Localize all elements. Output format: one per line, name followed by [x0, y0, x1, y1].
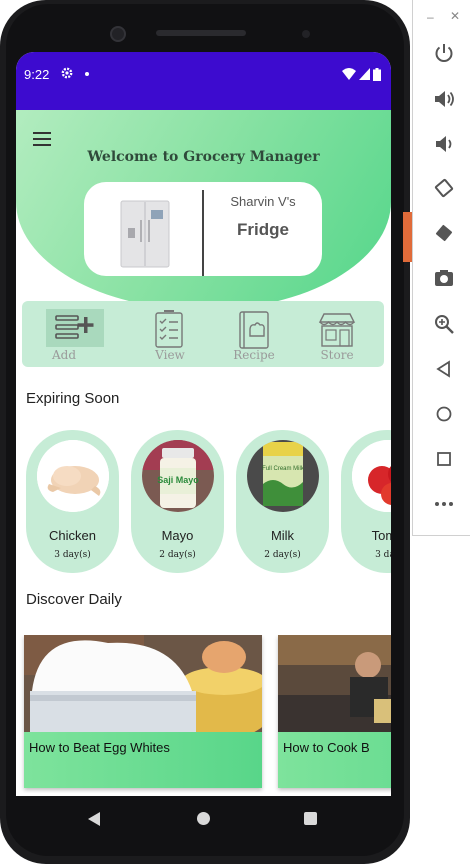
- expiring-list: Chicken 3 day(s) Saji Mayo Mayo 2 day(s): [16, 430, 391, 576]
- overview-square-icon[interactable]: [433, 448, 455, 470]
- milk-image-icon: Full Cream Milk: [247, 440, 319, 512]
- add-button[interactable]: Add: [29, 301, 104, 367]
- proximity-sensor: [302, 30, 310, 38]
- action-toolbar: Add View Recipe Store: [22, 301, 384, 367]
- expiring-item-chicken[interactable]: Chicken 3 day(s): [26, 430, 119, 573]
- view-button[interactable]: View: [135, 301, 205, 367]
- tomato-image-icon: [352, 440, 391, 512]
- rotate-left-icon[interactable]: [433, 177, 455, 199]
- discover-card-egg-whites[interactable]: How to Beat Egg Whites: [24, 635, 262, 788]
- camera-icon[interactable]: [433, 267, 455, 289]
- emulator-window: 9:22 Welcome to Grocery Manager Sharvin …: [0, 0, 470, 864]
- back-triangle-icon[interactable]: [433, 358, 455, 380]
- expiring-item-name: Milk: [270, 528, 295, 543]
- minimize-icon[interactable]: –: [427, 10, 434, 24]
- power-icon[interactable]: [433, 42, 455, 64]
- signal-icon: [359, 68, 370, 80]
- tomato-photo: [352, 440, 391, 512]
- fridge-owner: Sharvin V's: [230, 194, 296, 209]
- battery-icon: [373, 67, 381, 81]
- expiring-item-days: 3 day: [375, 550, 391, 560]
- fridge-name: Fridge: [237, 220, 289, 239]
- expiring-item-milk[interactable]: Full Cream Milk Milk 2 day(s): [236, 430, 329, 573]
- checklist-icon: [155, 310, 183, 348]
- volume-up-icon[interactable]: [433, 88, 455, 110]
- android-nav-bar: [16, 796, 391, 842]
- store-label: Store: [320, 348, 354, 362]
- close-icon[interactable]: ✕: [450, 9, 460, 23]
- status-icons: [342, 67, 381, 81]
- status-time: 9:22: [24, 67, 50, 82]
- chicken-photo: [37, 440, 109, 512]
- discover-card-cook[interactable]: How to Cook B: [278, 635, 391, 788]
- storefront-icon: [318, 313, 356, 347]
- mayo-photo: Saji Mayo: [142, 440, 214, 512]
- settings-gear-icon: [61, 67, 73, 79]
- recipe-button[interactable]: Recipe: [219, 301, 289, 367]
- discover-daily-heading: Discover Daily: [26, 591, 122, 608]
- emulator-toolbar: – ✕: [412, 0, 470, 536]
- expiring-item-days: 2 day(s): [159, 550, 196, 560]
- home-circle-icon[interactable]: [433, 403, 455, 425]
- more-options-icon[interactable]: [433, 493, 455, 515]
- discover-card-band: How to Beat Egg Whites: [24, 732, 262, 788]
- meringue-bowl-image-icon: [24, 635, 262, 732]
- recipe-label: Recipe: [233, 348, 275, 362]
- discover-list: How to Beat Egg Whites How to Cook B: [16, 635, 391, 793]
- nav-back-icon[interactable]: [88, 812, 102, 826]
- expiring-soon-heading: Expiring Soon: [26, 390, 120, 407]
- volume-down-icon[interactable]: [433, 133, 455, 155]
- egg-whites-photo: [24, 635, 262, 732]
- mayo-image-icon: Saji Mayo: [142, 440, 214, 512]
- welcome-title: Welcome to Grocery Manager: [87, 149, 320, 165]
- add-list-icon: [55, 315, 94, 339]
- discover-card-title: How to Beat Egg Whites: [29, 740, 170, 755]
- discover-card-title: How to Cook B: [283, 740, 370, 755]
- milk-photo: Full Cream Milk: [247, 440, 319, 512]
- notification-dot-icon: [85, 72, 89, 76]
- hamburger-menu-icon[interactable]: [33, 132, 51, 146]
- rotate-right-icon[interactable]: [433, 222, 455, 244]
- status-bar: 9:22: [16, 52, 391, 110]
- background-window-edge: [403, 212, 412, 262]
- earpiece-speaker: [156, 30, 246, 36]
- wifi-icon: [342, 68, 356, 80]
- add-label: Add: [51, 348, 77, 362]
- expiring-item-days: 2 day(s): [264, 550, 301, 560]
- mayo-label-text: Saji Mayo: [157, 475, 199, 485]
- cook-photo: [278, 635, 391, 732]
- fridge-icon: [120, 200, 170, 268]
- nav-home-icon[interactable]: [197, 812, 210, 825]
- kitchen-image-icon: [278, 635, 391, 732]
- view-label: View: [155, 348, 185, 362]
- expiring-item-name: Chicken: [49, 528, 96, 543]
- nav-recents-icon[interactable]: [304, 812, 317, 825]
- expiring-item-tomato[interactable]: Toma 3 day: [341, 430, 391, 573]
- expiring-item-name: Mayo: [161, 528, 194, 543]
- expiring-item-mayo[interactable]: Saji Mayo Mayo 2 day(s): [131, 430, 224, 573]
- front-camera: [110, 26, 126, 42]
- milk-label-text: Full Cream Milk: [262, 466, 305, 472]
- chicken-image-icon: [37, 440, 109, 512]
- fridge-card[interactable]: Sharvin V's Fridge: [84, 182, 322, 276]
- discover-card-band: How to Cook B: [278, 732, 391, 788]
- zoom-icon[interactable]: [433, 313, 455, 335]
- expiring-item-name: Toma: [371, 528, 391, 543]
- recipe-book-icon: [239, 311, 269, 349]
- expiring-item-days: 3 day(s): [54, 550, 91, 560]
- app-screen: 9:22 Welcome to Grocery Manager Sharvin …: [16, 52, 391, 796]
- store-button[interactable]: Store: [302, 301, 372, 367]
